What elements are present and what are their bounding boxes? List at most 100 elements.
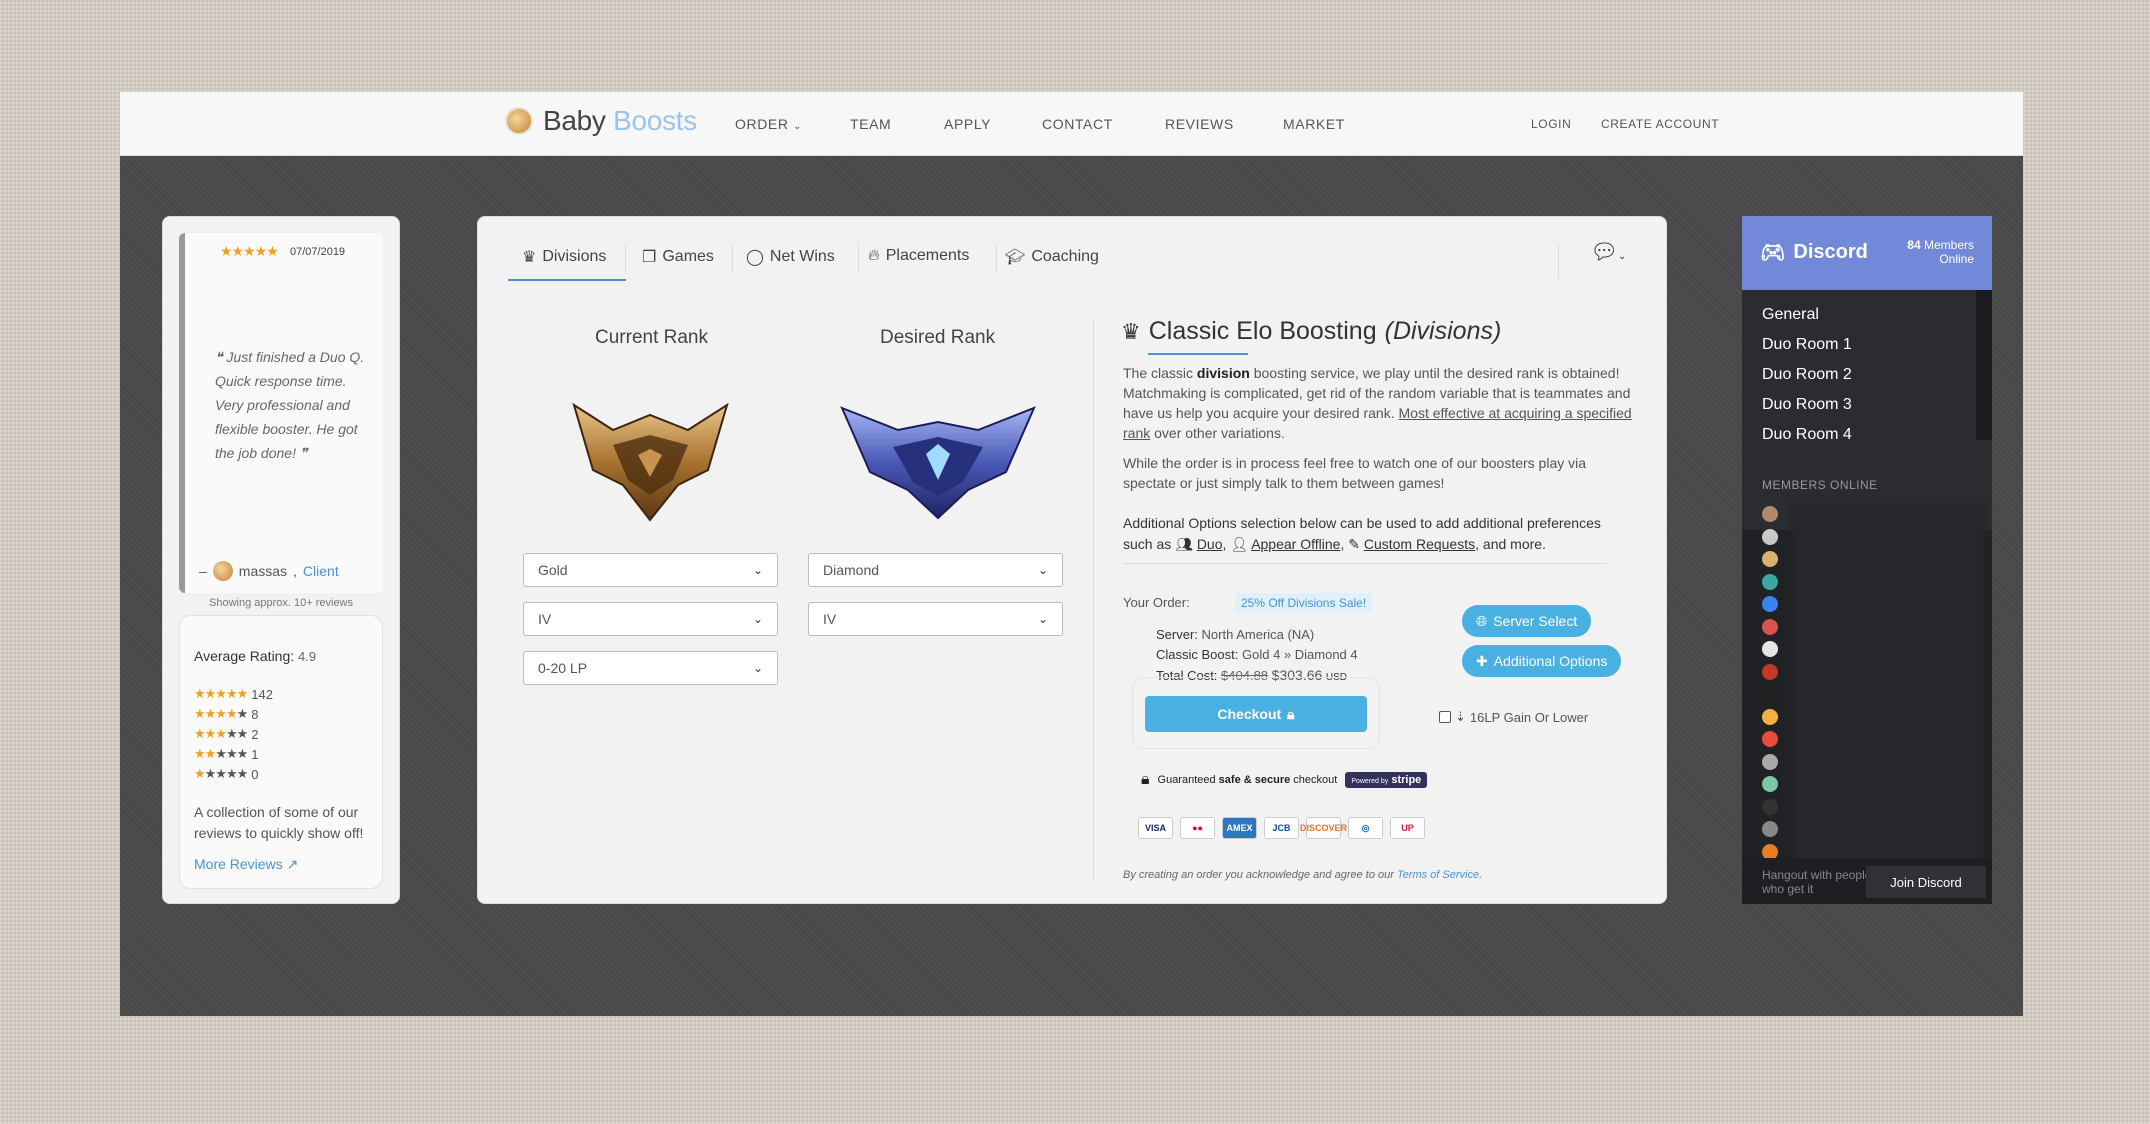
section-divider	[1123, 563, 1607, 564]
nav-reviews[interactable]: REVIEWS	[1165, 116, 1234, 132]
create-account-link[interactable]: CREATE ACCOUNT	[1601, 117, 1719, 131]
reviews-blurb: A collection of some of our reviews to q…	[194, 804, 364, 841]
tab-active-indicator	[508, 279, 626, 281]
discord-member-count: 84 Members Online	[1907, 238, 1974, 266]
scrollbar[interactable]	[1976, 290, 1992, 440]
avatar	[212, 561, 233, 581]
rating-row-2: ★★★★★ 1	[194, 746, 259, 762]
discord-channels: General Duo Room 1 Duo Room 2 Duo Room 3…	[1742, 290, 1992, 530]
nav-market[interactable]: MARKET	[1283, 116, 1345, 132]
tab-divider	[996, 243, 997, 273]
member-avatar[interactable]	[1762, 753, 1778, 770]
terms-link[interactable]: Terms of Service	[1397, 869, 1479, 881]
average-rating: Average Rating: 4.9	[194, 648, 317, 664]
channel-duo-room-4[interactable]: Duo Room 4	[1762, 426, 1852, 444]
refresh-icon: ◯	[746, 249, 764, 266]
review-client-link[interactable]: Client	[303, 563, 339, 579]
checkout-container: Checkout 🔒︎	[1132, 677, 1380, 749]
review-dash: –	[199, 563, 207, 579]
order-boost: Classic Boost: Gold 4 » Diamond 4	[1156, 647, 1358, 662]
member-avatar[interactable]	[1762, 506, 1778, 522]
gold-emblem-icon	[568, 385, 733, 525]
member-avatar[interactable]	[1762, 686, 1778, 702]
tab-coaching[interactable]: 🎓︎ Coaching	[1005, 247, 1099, 267]
checkbox[interactable]	[1439, 711, 1451, 723]
globe-icon: 🌐︎	[1476, 612, 1488, 629]
tab-divider	[732, 243, 733, 273]
desired-tier-select[interactable]: Diamond ⌄	[808, 553, 1063, 587]
rating-summary: Average Rating: 4.9 ★★★★★ 142 ★★★★★ 8 ★★★★…	[179, 615, 383, 889]
member-avatar[interactable]	[1762, 776, 1778, 792]
hangout-text: Hangout with people who get it	[1762, 868, 1872, 896]
appear-offline-link[interactable]: Appear Offline	[1251, 536, 1340, 552]
member-avatar[interactable]	[1762, 596, 1778, 612]
brand-link[interactable]: Baby Boosts	[505, 105, 697, 137]
login-link[interactable]: LOGIN	[1531, 117, 1571, 131]
channel-general[interactable]: General	[1762, 306, 1819, 324]
top-nav: Baby Boosts ORDER ⌄ TEAM APPLY CONTACT R…	[120, 92, 2023, 156]
service-title: ♛ Classic Elo Boosting (Divisions)	[1121, 317, 1502, 345]
checkout-button[interactable]: Checkout 🔒︎	[1145, 696, 1367, 732]
payment-card-icon: JCB	[1264, 817, 1299, 839]
additional-options-button[interactable]: ✚ Additional Options	[1462, 645, 1622, 677]
member-avatar[interactable]	[1762, 708, 1778, 725]
chat-icon: 💬︎	[1590, 239, 1618, 264]
discord-icon: 🎮︎	[1760, 242, 1786, 264]
member-avatar[interactable]	[1762, 551, 1778, 567]
tab-net-wins[interactable]: ◯ Net Wins	[746, 247, 835, 267]
discord-logo[interactable]: 🎮︎ Discord	[1760, 240, 1868, 265]
pencil-icon: ✎	[1348, 536, 1360, 552]
review-panel: ★★★★★ 07/07/2019 ❝ Just finished a Duo Q…	[162, 216, 400, 904]
copy-icon: ❐	[642, 249, 657, 266]
payment-card-icon: VISA	[1138, 817, 1173, 839]
member-avatar[interactable]	[1762, 798, 1778, 815]
nav-apply[interactable]: APPLY	[944, 116, 991, 132]
channel-duo-room-2[interactable]: Duo Room 2	[1762, 366, 1852, 384]
lp-gain-checkbox[interactable]: ⇣ 16LP Gain Or Lower	[1439, 709, 1588, 725]
tab-placements[interactable]: 🔥︎ Placements	[868, 247, 969, 265]
tab-games[interactable]: ❐ Games	[642, 247, 714, 267]
order-server: Server: North America (NA)	[1156, 627, 1315, 642]
chevron-down-icon: ⌄	[752, 563, 763, 577]
more-reviews-link[interactable]: More Reviews ↗	[194, 856, 298, 873]
nav-contact[interactable]: CONTACT	[1042, 116, 1113, 132]
member-avatar[interactable]	[1762, 618, 1778, 635]
tab-divider	[625, 243, 626, 273]
channel-duo-room-1[interactable]: Duo Room 1	[1762, 336, 1852, 354]
lock-icon: 🔒︎	[1287, 705, 1295, 722]
current-division-select[interactable]: IV ⌄	[523, 602, 778, 636]
nav-team[interactable]: TEAM	[850, 116, 891, 132]
desired-division-select[interactable]: IV ⌄	[808, 602, 1063, 636]
member-avatar[interactable]	[1762, 821, 1778, 837]
tab-divider	[858, 243, 859, 273]
tab-divisions[interactable]: ♛ Divisions	[522, 247, 606, 267]
review-author: – massas, Client	[199, 561, 339, 581]
payment-card-icon: DISCOVER	[1300, 817, 1347, 839]
payment-card-icon: ◎	[1348, 817, 1383, 839]
chat-dropdown-button[interactable]: 💬︎⌄	[1590, 239, 1626, 265]
current-tier-select[interactable]: Gold ⌄	[523, 553, 778, 587]
diamond-emblem-icon	[838, 392, 1038, 522]
title-underline	[1148, 353, 1248, 355]
current-lp-select[interactable]: 0-20 LP ⌄	[523, 651, 778, 685]
join-discord-button[interactable]: Join Discord	[1866, 866, 1986, 898]
member-avatar[interactable]	[1762, 663, 1778, 680]
member-avatar[interactable]	[1762, 641, 1778, 657]
desired-rank-title: Desired Rank	[880, 327, 996, 348]
chevron-down-icon: ⌄	[752, 612, 763, 626]
channel-duo-room-3[interactable]: Duo Room 3	[1762, 396, 1852, 414]
custom-requests-link[interactable]: Custom Requests	[1364, 536, 1475, 552]
lotus-icon: ♛	[522, 249, 537, 266]
site-container: Baby Boosts ORDER ⌄ TEAM APPLY CONTACT R…	[120, 92, 2023, 1016]
chevron-down-icon: ⌄	[1037, 612, 1048, 626]
review-count-note: Showing approx. 10+ reviews	[209, 597, 353, 609]
lotus-icon: ♛	[1121, 318, 1141, 344]
brand-logo-icon	[505, 107, 533, 135]
server-select-button[interactable]: 🌐︎ Server Select	[1462, 605, 1592, 637]
member-avatar[interactable]	[1762, 528, 1778, 545]
duo-link[interactable]: Duo	[1197, 536, 1223, 552]
member-avatar[interactable]	[1762, 731, 1778, 747]
member-avatar[interactable]	[1762, 573, 1778, 590]
nav-order[interactable]: ORDER ⌄	[735, 116, 802, 132]
terms-note: By creating an order you acknowledge and…	[1123, 869, 1483, 881]
